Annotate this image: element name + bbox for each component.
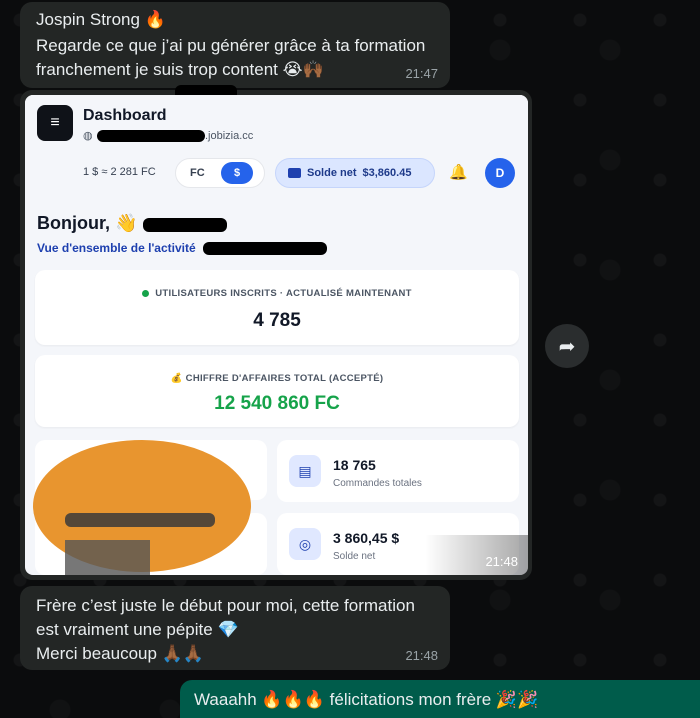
message-text: Waaahh 🔥🔥🔥 félicitations mon frère 🎉🎉 [194,690,539,709]
dashboard-subtitle: Vue d'ensemble de l'activité [37,241,196,255]
wallet-icon [288,168,301,178]
redaction-scribble [65,540,150,575]
redaction-bar [97,130,205,142]
message-time: 21:48 [405,648,438,663]
solde-label: Solde net [307,167,357,179]
net-balance-label: Solde net [333,551,376,562]
solde-value: $3,860.45 [362,167,412,179]
redaction-scribble [65,513,215,527]
message-text: Frère c’est juste le début pour moi, cet… [36,596,415,663]
forward-arrow-icon: ➦ [558,335,576,358]
receipt-icon: ▤ [289,455,321,487]
sender-name[interactable]: Jospin Strong 🔥 [36,10,434,30]
users-count: 4 785 [253,310,301,331]
message-time: 21:47 [405,66,438,81]
message-text: Regarde ce que j’ai pu générer grâce à t… [36,36,426,79]
revenue-card-label: 💰 CHIFFRE D'AFFAIRES TOTAL (ACCEPTÉ) [170,373,384,384]
redaction-bar [203,242,327,255]
exchange-rate: 1 $ ≈ 2 281 FC [83,166,156,178]
avatar: D [485,158,515,188]
outgoing-message[interactable]: Waaahh 🔥🔥🔥 félicitations mon frère 🎉🎉 [180,680,700,718]
menu-icon: ≡ [37,105,73,141]
currency-fc: FC [190,167,205,179]
orders-card: ▤ 18 765 Commandes totales [277,440,519,502]
incoming-message[interactable]: Jospin Strong 🔥 Regarde ce que j’ai pu g… [20,2,450,88]
live-dot-icon [142,289,150,297]
site-domain: .jobizia.cc [205,130,254,142]
redaction-bar [143,218,227,232]
orders-value: 18 765 [333,457,376,473]
currency-toggle: FC $ [175,158,265,188]
dashboard-title: Dashboard [83,107,167,124]
money-bag-icon: 💰 [170,373,186,384]
dashboard-screenshot[interactable]: ≡ Dashboard ◍ .jobizia.cc 1 $ ≈ 2 281 FC… [25,95,528,575]
users-card-label: UTILISATEURS INSCRITS · ACTUALISÉ MAINTE… [35,288,519,299]
revenue-card: 💰 CHIFFRE D'AFFAIRES TOTAL (ACCEPTÉ) 12 … [35,355,519,427]
forward-button[interactable]: ➦ [545,324,589,368]
solde-badge: Solde net $3,860.45 [275,158,435,188]
bell-icon: 🔔 [449,164,468,181]
users-card: UTILISATEURS INSCRITS · ACTUALISÉ MAINTE… [35,270,519,345]
message-time: 21:48 [485,554,518,569]
revenue-value: 12 540 860 FC [214,393,340,414]
coins-icon: ◎ [289,528,321,560]
globe-icon: ◍ [83,130,93,142]
greeting: Bonjour, 👋 [37,213,138,233]
net-balance-value: 3 860,45 $ [333,530,400,546]
incoming-message[interactable]: Frère c’est juste le début pour moi, cet… [20,586,450,670]
currency-usd: $ [221,162,253,184]
orders-label: Commandes totales [333,478,422,489]
